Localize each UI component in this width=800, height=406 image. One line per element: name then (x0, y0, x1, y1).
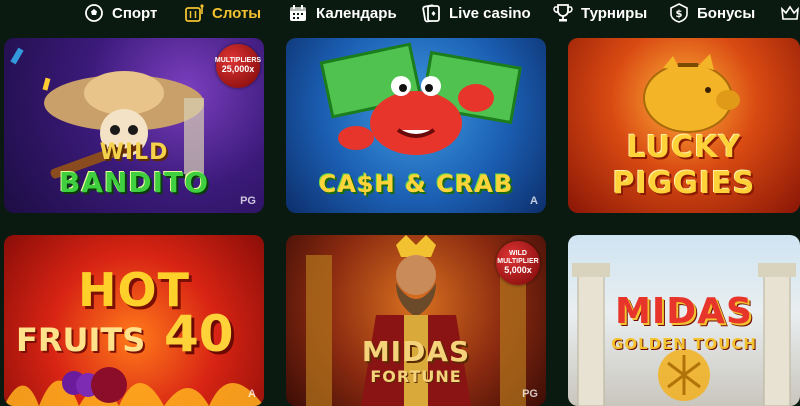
game-tile-midas-fortune[interactable]: MIDAS FORTUNE WILD MULTIPLIER 5,000x PG (286, 235, 546, 406)
nav-item-more[interactable] (780, 0, 800, 26)
multiplier-badge: WILD MULTIPLIER 5,000x (496, 241, 540, 285)
game-title-line2: PIGGIES (612, 166, 756, 201)
game-tile-cash-crab[interactable]: CA$H & CRAB A (286, 38, 546, 213)
slot-machine-icon (184, 3, 204, 23)
game-title-line2: GOLDEN TOUCH (611, 335, 757, 353)
game-tile-lucky-piggies[interactable]: LUCKY PIGGIES (568, 38, 800, 213)
nav-item-label: Турниры (581, 4, 648, 22)
calendar-icon (288, 3, 308, 23)
game-title-line2: FRUITS (16, 321, 146, 359)
cards-icon (421, 3, 441, 23)
dollar-icon: $ (669, 3, 689, 23)
game-title-line2: FORTUNE (370, 367, 462, 386)
nav-item-label: Бонусы (697, 4, 756, 22)
game-tile-wild-bandito[interactable]: WILD BANDITO MULTIPLIERS 25,000x PG (4, 38, 264, 213)
nav-item-label: Слоты (212, 4, 262, 22)
multiplier-badge: MULTIPLIERS 25,000x (215, 44, 261, 88)
provider-logo: PG (522, 388, 538, 400)
badge-value: 5,000x (504, 264, 532, 275)
provider-logo: PG (240, 195, 256, 207)
badge-label: WILD MULTIPLIER (497, 250, 539, 266)
game-tile-midas-golden-touch[interactable]: MIDAS GOLDEN TOUCH (568, 235, 800, 406)
game-title-line1: WILD (99, 140, 169, 165)
nav-item-slots[interactable]: Слоты (184, 0, 261, 26)
nav-item-calendar[interactable]: Календарь (288, 0, 397, 26)
crown-icon (780, 3, 800, 23)
nav-item-label: Спорт (112, 4, 158, 22)
soccer-ball-icon (84, 3, 104, 23)
badge-value: 25,000x (221, 63, 255, 74)
game-title-line1: MIDAS (361, 335, 471, 368)
provider-logo: A (248, 388, 256, 400)
game-title-number: 40 (164, 305, 234, 363)
nav-item-label: Live casino (449, 4, 531, 22)
game-tile-hot-fruits-40[interactable]: HOT FRUITS 40 A (4, 235, 264, 406)
game-title-line2: BANDITO (58, 166, 209, 199)
nav-item-bonuses[interactable]: $ Бонусы (669, 0, 755, 26)
game-grid: WILD BANDITO MULTIPLIERS 25,000x PG CA$H… (0, 38, 800, 406)
nav-item-tournaments[interactable]: Турниры (553, 0, 647, 26)
trophy-icon (553, 3, 573, 23)
nav-item-label: Календарь (316, 4, 397, 22)
game-title-line1: LUCKY (626, 130, 742, 165)
game-title: CA$H & CRAB (318, 170, 514, 198)
nav-item-live-casino[interactable]: Live casino (421, 0, 531, 26)
game-title-line1: MIDAS (615, 291, 753, 332)
top-navigation: Спорт Слоты Календарь Live casino Турнир… (0, 0, 800, 28)
svg-text:$: $ (676, 9, 683, 20)
nav-item-sport[interactable]: Спорт (84, 0, 157, 26)
provider-logo: A (530, 195, 538, 207)
